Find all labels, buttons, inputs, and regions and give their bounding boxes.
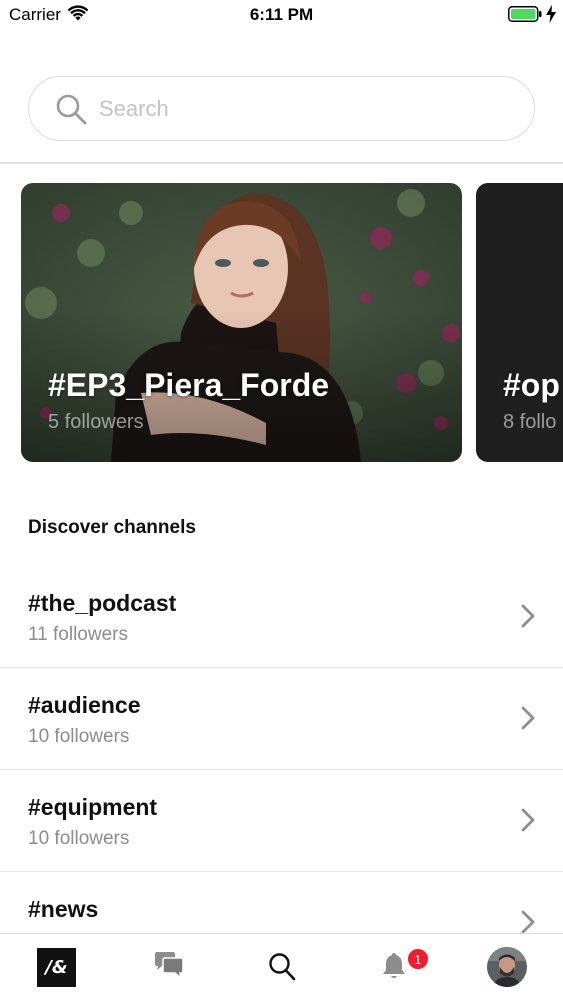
chevron-right-icon [521, 910, 535, 934]
search-input[interactable] [99, 89, 519, 129]
featured-card[interactable]: #EP3_Piera_Forde 5 followers [21, 183, 462, 462]
channel-followers: 11 followers [28, 624, 128, 645]
featured-card-followers: 8 follo [503, 411, 557, 433]
divider [0, 162, 563, 164]
featured-card-title: #EP3_Piera_Forde [48, 367, 330, 403]
notification-badge: 1 [407, 948, 429, 970]
featured-card-title: #op [503, 367, 560, 403]
channel-row[interactable]: #the_podcast 11 followers [0, 566, 563, 668]
channel-row[interactable]: #equipment 10 followers [0, 770, 563, 872]
status-time: 6:11 PM [249, 5, 314, 24]
chevron-right-icon [521, 604, 535, 628]
bell-icon[interactable] [381, 951, 407, 981]
channel-followers: 10 followers [28, 726, 130, 747]
battery-icon [508, 6, 542, 22]
featured-card-followers: 5 followers [48, 411, 144, 433]
featured-card[interactable]: #op 8 follo [476, 183, 563, 462]
avatar[interactable] [487, 947, 527, 987]
channel-name: #the_podcast [28, 590, 177, 616]
featured-carousel[interactable]: #EP3_Piera_Forde 5 followers #op 8 follo [0, 183, 563, 463]
charging-bolt-icon [546, 5, 556, 23]
channel-followers: 10 followers [28, 828, 130, 849]
chat-icon[interactable] [153, 951, 185, 981]
search-bar[interactable] [28, 76, 535, 141]
search-icon [56, 94, 87, 125]
chevron-right-icon [521, 808, 535, 832]
app-screen: Carrier 6:11 PM Search #EP3_Piera_Forde … [0, 0, 563, 1000]
tab-home-logo-icon[interactable]: /& [37, 948, 76, 987]
chevron-right-icon [521, 706, 535, 730]
tab-bar: /& [0, 933, 563, 1000]
channel-list: #the_podcast 11 followers #audience 10 f… [0, 566, 563, 974]
section-title: Discover channels [28, 517, 196, 538]
channel-name: #audience [28, 692, 141, 718]
channel-name: #news [28, 896, 99, 922]
channel-row[interactable]: #audience 10 followers [0, 668, 563, 770]
avatar-image [487, 947, 527, 987]
status-bar: Carrier 6:11 PM [0, 0, 563, 30]
channel-name: #equipment [28, 794, 158, 820]
search-tab-icon[interactable] [268, 952, 296, 982]
